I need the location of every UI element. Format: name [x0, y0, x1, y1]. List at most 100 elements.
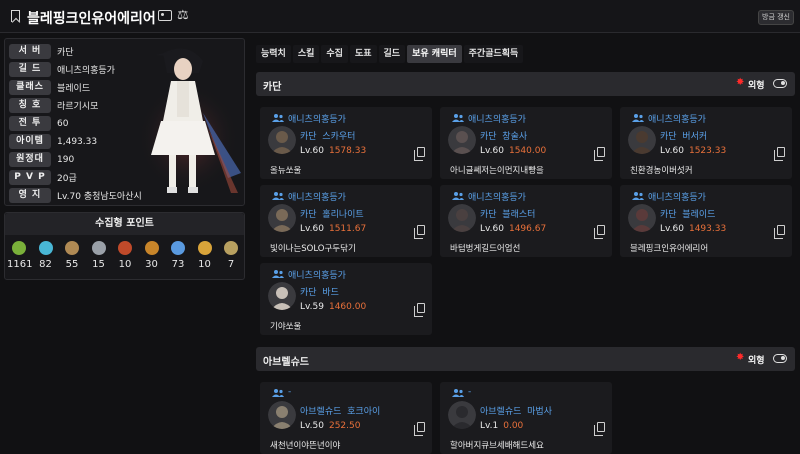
- server-name: 카단: [263, 82, 282, 93]
- tab-7[interactable]: 주간골드획득: [463, 45, 524, 63]
- collect-item[interactable]: 30: [140, 241, 164, 270]
- character-level: Lv.60 1511.67: [300, 224, 367, 234]
- item-level: 1523.33: [688, 146, 727, 156]
- collect-item[interactable]: 1161: [7, 241, 33, 270]
- server-name: 아브렐슈드: [263, 357, 309, 368]
- character-guild: 애니츠의홍등가: [288, 271, 346, 281]
- orpheus-star-icon: [224, 241, 238, 255]
- character-name-text: 블레핑크인유어에리어: [630, 244, 709, 254]
- profile-label: 원정대: [9, 152, 51, 167]
- profile-value: 1,493.33: [57, 136, 98, 147]
- character-guild: 애니츠의홍등가: [468, 115, 526, 125]
- character-level: Lv.60 1493.33: [660, 224, 727, 234]
- tab-6[interactable]: 보유 캐릭터: [407, 45, 462, 63]
- giant-heart-icon: [91, 241, 106, 255]
- profile-value: 블레이드: [57, 84, 91, 94]
- tab-3[interactable]: 수집: [321, 45, 348, 63]
- profile-value: 190: [57, 154, 75, 165]
- guild-members-icon: [632, 114, 644, 122]
- id-card-icon[interactable]: [158, 10, 172, 21]
- server-section-header: 아브렐슈드 ✸ 외형: [256, 347, 795, 371]
- collect-item[interactable]: 55: [60, 241, 84, 270]
- character-class: 카단 블래스터: [480, 210, 536, 220]
- sea-bounty-icon: [197, 241, 212, 255]
- bookmark-icon[interactable]: [11, 10, 20, 22]
- tab-1[interactable]: 능력치: [256, 45, 291, 63]
- balance-scale-icon[interactable]: ⚖: [177, 8, 189, 23]
- copy-icon[interactable]: [594, 422, 605, 436]
- profile-value: 라르기시모: [57, 102, 99, 112]
- tab-5[interactable]: 길드: [378, 45, 406, 63]
- character-card[interactable]: 애니츠의홍등가 카단 블레이드 Lv.60 1493.33 블레핑크인유어에리어: [620, 185, 792, 257]
- renew-button[interactable]: 방금 갱신: [758, 10, 794, 25]
- character-class: 카단 바드: [300, 288, 339, 298]
- guild-members-icon: [272, 389, 284, 397]
- character-level: Lv.60 1540.00: [480, 146, 547, 156]
- character-name-text: 바텀벙게길드어업선: [450, 244, 521, 254]
- character-card[interactable]: 애니츠의홍등가카단 창술사 Lv.60 1540.00 아니글쎄저는이먼지내빵을: [440, 107, 612, 179]
- profile-row: 아이템 1,493.33: [9, 133, 97, 150]
- character-level: Lv.60 1578.33: [300, 146, 367, 156]
- item-level: 1496.67: [508, 224, 547, 234]
- character-avatar: [628, 204, 656, 232]
- character-name-text: 아니글쎄저는이먼지내빵을: [450, 166, 544, 176]
- collect-item[interactable]: 10: [193, 241, 217, 270]
- collect-item[interactable]: 73: [166, 241, 190, 270]
- character-avatar: [268, 126, 296, 154]
- collect-item[interactable]: 82: [34, 241, 58, 270]
- tab-2[interactable]: 스킬: [292, 45, 320, 63]
- character-card[interactable]: - 아브렐슈드 마법사 Lv.1 0.00 할아버지큐브세배해드세요: [440, 382, 612, 454]
- appearance-label: 외형: [748, 81, 765, 91]
- item-level: 252.50: [328, 421, 361, 431]
- world-tree-leaf-icon: [171, 241, 185, 255]
- profile-label: 영 지: [9, 188, 51, 203]
- character-name-text: 친환경농이버섯커: [630, 166, 693, 176]
- copy-icon[interactable]: [594, 147, 605, 161]
- character-card[interactable]: 애니츠의홍등가 카단 버서커 Lv.60 1523.33 친환경농이버섯커: [620, 107, 792, 179]
- character-class: 카단 창술사: [480, 132, 528, 142]
- collect-item[interactable]: 15: [87, 241, 111, 270]
- collect-item[interactable]: 7: [219, 241, 243, 270]
- guild-members-icon: [272, 192, 284, 200]
- character-avatar: [268, 401, 296, 429]
- appearance-toggle[interactable]: [773, 354, 787, 363]
- profile-row: 서 버 카단: [9, 43, 74, 60]
- collect-count: 10: [118, 259, 132, 270]
- character-card[interactable]: 애니츠의홍등가 카단 바드 Lv.59 1460.00 기야쏘울: [260, 263, 432, 335]
- copy-icon[interactable]: [774, 225, 785, 239]
- tab-4[interactable]: 도표: [349, 45, 377, 63]
- copy-icon[interactable]: [774, 147, 785, 161]
- collect-item[interactable]: 10: [113, 241, 137, 270]
- copy-icon[interactable]: [414, 147, 425, 161]
- character-card[interactable]: 애니츠의홍등가 카단 홀리나이트 Lv.60 1511.67 빛이나는SOLO구두닦기: [260, 185, 432, 257]
- profile-label: 칭 호: [9, 98, 51, 113]
- profile-row: 길 드 애니츠의홍등가: [9, 61, 115, 78]
- header: 블레핑크인유어에리어 ⚖ 방금 갱신: [0, 0, 800, 33]
- character-class: 아브렐슈드 마법사: [480, 407, 552, 417]
- appearance-toggle[interactable]: [773, 79, 787, 88]
- copy-icon[interactable]: [414, 225, 425, 239]
- character-card[interactable]: 애니츠의홍등가 카단 스카우터 Lv.60 1578.33 올뉴쏘울: [260, 107, 432, 179]
- guild-members-icon: [452, 192, 464, 200]
- profile-label: 서 버: [9, 44, 51, 59]
- item-level: 1578.33: [328, 146, 367, 156]
- collect-points-panel: 수집형 포인트 1161 82 55 15 10 30 73 10 7: [4, 212, 245, 280]
- collect-count: 82: [39, 259, 52, 270]
- copy-icon[interactable]: [414, 303, 425, 317]
- character-card[interactable]: - 아브렐슈드 호크아이 Lv.50 252.50 새천년이야뜬년이야: [260, 382, 432, 454]
- island-heart-icon: [38, 241, 53, 255]
- collect-count: 15: [92, 259, 105, 270]
- profile-value: Lv.70 충청남도아산시: [57, 192, 142, 202]
- character-card[interactable]: 애니츠의홍등가 카단 블래스터 Lv.60 1496.67 바텀벙게길드어업선: [440, 185, 612, 257]
- copy-icon[interactable]: [594, 225, 605, 239]
- item-level: 0.00: [503, 421, 524, 431]
- collect-count: 1161: [7, 259, 33, 270]
- sparkle-icon: ✸: [736, 352, 745, 363]
- item-level: 1540.00: [508, 146, 547, 156]
- copy-icon[interactable]: [414, 422, 425, 436]
- guild-members-icon: [632, 192, 644, 200]
- profile-value: 20급: [57, 174, 77, 184]
- collect-count: 7: [227, 259, 235, 270]
- guild-members-icon: [272, 270, 284, 278]
- server-section-header: 카단 ✸ 외형: [256, 72, 795, 96]
